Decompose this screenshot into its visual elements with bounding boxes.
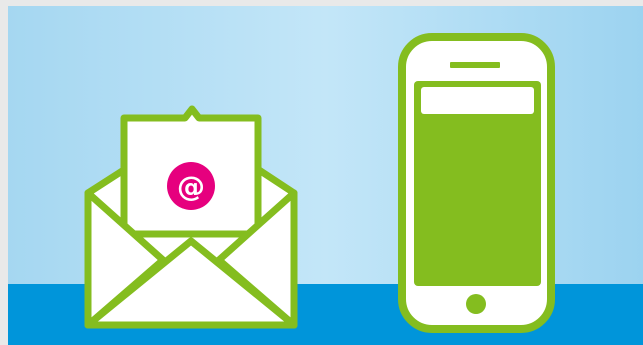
home-button	[466, 294, 486, 314]
page-frame: @	[0, 0, 643, 345]
notification-bar	[421, 87, 534, 114]
at-sign-text: @	[177, 170, 205, 203]
smartphone-icon	[398, 33, 555, 333]
illustration-banner: @	[8, 6, 643, 345]
speaker-slot	[450, 62, 500, 68]
at-sign-icon: @	[167, 162, 215, 210]
